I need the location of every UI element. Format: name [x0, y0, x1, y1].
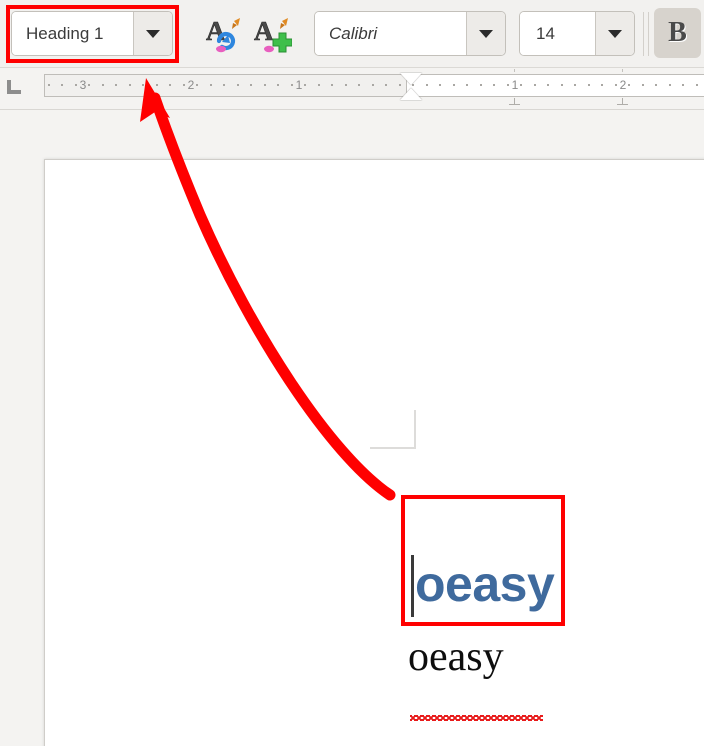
ruler-tick	[128, 84, 131, 86]
ruler-tick	[628, 84, 631, 86]
ruler-tick	[452, 84, 455, 86]
toolbar-separator	[643, 12, 644, 56]
ruler-label: 1	[295, 78, 303, 92]
ruler-upper-mark	[514, 69, 515, 72]
ruler-tick	[533, 84, 536, 86]
ruler-tick	[668, 84, 671, 86]
text-boundary-corner-icon	[370, 410, 416, 449]
ruler-tick	[182, 84, 185, 86]
chevron-down-icon	[608, 29, 622, 38]
document-page[interactable]: oeasy oeasy	[44, 159, 704, 746]
ruler-tick	[439, 84, 442, 86]
text-cursor	[411, 555, 414, 617]
new-style-from-selection-button[interactable]: A	[249, 10, 295, 56]
ruler-tick	[47, 84, 50, 86]
ruler-tick	[250, 84, 253, 86]
horizontal-ruler-bar: 3 2 1 1 2	[0, 68, 704, 110]
ruler-tick	[169, 84, 172, 86]
ruler-tick	[466, 84, 469, 86]
left-tab-stop-icon[interactable]	[6, 80, 22, 96]
paragraph-style-value[interactable]: Heading 1	[12, 12, 133, 55]
ruler-tick	[344, 84, 347, 86]
font-size-combobox[interactable]: 14	[519, 11, 635, 56]
chevron-down-icon	[146, 29, 160, 38]
update-selected-style-icon: A	[206, 16, 240, 53]
ruler-tick	[574, 84, 577, 86]
ruler-tick	[155, 84, 158, 86]
new-style-from-selection-icon: A	[254, 16, 292, 53]
ruler-tick	[88, 84, 91, 86]
ruler-default-tab-stop	[509, 98, 520, 105]
ruler-tick	[142, 84, 145, 86]
ruler-tick	[641, 84, 644, 86]
ruler-tick	[695, 84, 698, 86]
ruler-tick	[520, 84, 523, 86]
ruler-tick	[61, 84, 64, 86]
ruler-tick	[101, 84, 104, 86]
ruler-tick	[385, 84, 388, 86]
ruler-tick	[74, 84, 77, 86]
ruler-tick	[682, 84, 685, 86]
left-margin-zone	[45, 75, 407, 96]
ruler-tick	[290, 84, 293, 86]
ruler-tick	[223, 84, 226, 86]
ruler-tick	[493, 84, 496, 86]
ruler-tick	[209, 84, 212, 86]
ruler-tick	[317, 84, 320, 86]
svg-text:A: A	[254, 16, 274, 46]
ruler-tick	[479, 84, 482, 86]
ruler-tick	[655, 84, 658, 86]
spellcheck-underline	[410, 715, 543, 721]
ruler-tick	[304, 84, 307, 86]
formatting-toolbar: Heading 1 A A Calibri 14 B	[0, 0, 704, 68]
ruler-label: 1	[511, 78, 519, 92]
paragraph-style-dropdown-button[interactable]	[133, 12, 172, 55]
ruler-label: 2	[187, 78, 195, 92]
horizontal-ruler[interactable]: 3 2 1 1 2	[44, 73, 704, 100]
ruler-upper-mark	[622, 69, 623, 72]
ruler-tick	[371, 84, 374, 86]
paragraph-style-combobox[interactable]: Heading 1	[11, 11, 173, 56]
font-name-dropdown-button[interactable]	[466, 12, 505, 55]
ruler-label: 3	[79, 78, 87, 92]
ruler-tick	[263, 84, 266, 86]
ruler-tick	[601, 84, 604, 86]
ruler-tick	[560, 84, 563, 86]
ruler-tick	[115, 84, 118, 86]
ruler-tick	[196, 84, 199, 86]
bold-icon: B	[668, 17, 687, 48]
ruler-tick	[587, 84, 590, 86]
ruler-default-tab-stop	[617, 98, 628, 105]
toolbar-separator	[648, 12, 649, 56]
ruler-label: 2	[619, 78, 627, 92]
ruler-tick	[547, 84, 550, 86]
document-canvas[interactable]: oeasy oeasy	[0, 110, 704, 746]
ruler-tick	[425, 84, 428, 86]
chevron-down-icon	[479, 29, 493, 38]
bold-button[interactable]: B	[654, 8, 701, 58]
body-paragraph-text[interactable]: oeasy	[408, 635, 504, 679]
update-selected-style-button[interactable]: A	[201, 10, 247, 56]
ruler-tick	[614, 84, 617, 86]
ruler-tick	[358, 84, 361, 86]
indent-marker-icon[interactable]	[400, 73, 422, 100]
ruler-tick	[277, 84, 280, 86]
heading-paragraph-text[interactable]: oeasy	[415, 559, 555, 609]
ruler-tick	[331, 84, 334, 86]
font-name-combobox[interactable]: Calibri	[314, 11, 506, 56]
font-size-value[interactable]: 14	[520, 12, 595, 55]
ruler-tick	[506, 84, 509, 86]
ruler-tick	[236, 84, 239, 86]
font-name-value[interactable]: Calibri	[315, 12, 466, 55]
font-size-dropdown-button[interactable]	[595, 12, 634, 55]
